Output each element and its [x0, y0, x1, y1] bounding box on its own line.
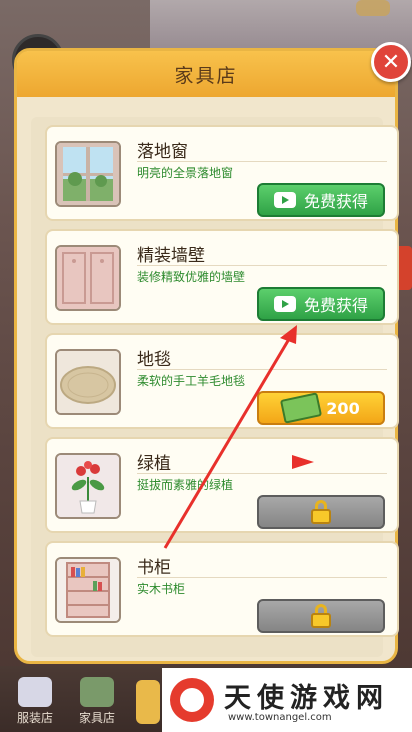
cash-icon: [280, 392, 323, 424]
window-thumb: [55, 141, 121, 207]
tab-furniture-store[interactable]: 家具店: [70, 672, 124, 726]
item-name: 落地窗: [137, 142, 188, 162]
lock-icon: [311, 500, 331, 524]
item-description: 装修精致优雅的墙壁: [137, 270, 246, 284]
dialog-title: 家具店: [174, 64, 238, 87]
item-name: 精装墙壁: [137, 246, 205, 266]
item-description: 明亮的全景落地窗: [137, 166, 234, 180]
lock-icon: [311, 604, 331, 628]
top-right-icon: [356, 0, 390, 16]
item-description: 柔软的手工羊毛地毯: [137, 374, 246, 388]
free-get-button[interactable]: 免费获得: [257, 287, 385, 321]
brand-name: 天使游戏网: [224, 683, 389, 714]
brand-url: www.townangel.com: [228, 712, 332, 723]
locked-button[interactable]: [257, 599, 385, 633]
shop-item-rug: 地毯 柔软的手工羊毛地毯 200: [45, 333, 399, 429]
shop-item-bookshelf: 书柜 实木书柜: [45, 541, 399, 637]
tab-third[interactable]: [136, 672, 160, 726]
shop-item-window: 落地窗 明亮的全景落地窗 免费获得: [45, 125, 399, 221]
plant-thumb: [55, 453, 121, 519]
tab-label: 服装店: [16, 711, 53, 725]
item-description: 挺拔而素雅的绿植: [137, 478, 234, 492]
item-list[interactable]: 落地窗 明亮的全景落地窗 免费获得 精装墙壁 装修精致优雅的墙壁 免费获得 地毯…: [31, 117, 399, 657]
shop-item-wall: 精装墙壁 装修精致优雅的墙壁 免费获得: [45, 229, 399, 325]
price-label: 200: [326, 398, 360, 418]
divider: [137, 473, 387, 474]
item-name: 地毯: [137, 350, 171, 370]
rug-thumb: [55, 349, 121, 415]
shop-item-plant: 绿植 挺拔而素雅的绿植: [45, 437, 399, 533]
brand-logo-icon: [170, 678, 214, 722]
item-name: 书柜: [137, 558, 171, 578]
video-icon: [273, 192, 296, 208]
site-watermark: 天使游戏网 www.townangel.com: [162, 668, 412, 732]
close-button[interactable]: ✕: [371, 42, 411, 82]
item-name: 绿植: [137, 454, 171, 474]
bookshelf-thumb: [55, 557, 121, 623]
clothing-icon: [18, 677, 52, 707]
free-get-button[interactable]: 免费获得: [257, 183, 385, 217]
divider: [137, 265, 387, 266]
furniture-shop-dialog: 家具店 落地窗 明亮的全景落地窗 免费获得 精装墙壁 装修精致优雅的墙壁 免费获…: [14, 48, 399, 664]
divider: [137, 577, 387, 578]
buy-200-button[interactable]: 200: [257, 391, 385, 425]
furniture-icon: [80, 677, 114, 707]
button-label: 免费获得: [303, 192, 368, 211]
item-description: 实木书柜: [137, 582, 186, 596]
tab-clothing-store[interactable]: 服装店: [8, 672, 62, 726]
video-icon: [273, 296, 296, 312]
divider: [137, 161, 387, 162]
locked-button[interactable]: [257, 495, 385, 529]
cash-tab-icon: [136, 680, 160, 724]
wall-thumb: [55, 245, 121, 311]
tab-label: 家具店: [78, 711, 115, 725]
divider: [137, 369, 387, 370]
button-label: 免费获得: [303, 296, 368, 315]
dialog-header: 家具店: [17, 51, 395, 97]
